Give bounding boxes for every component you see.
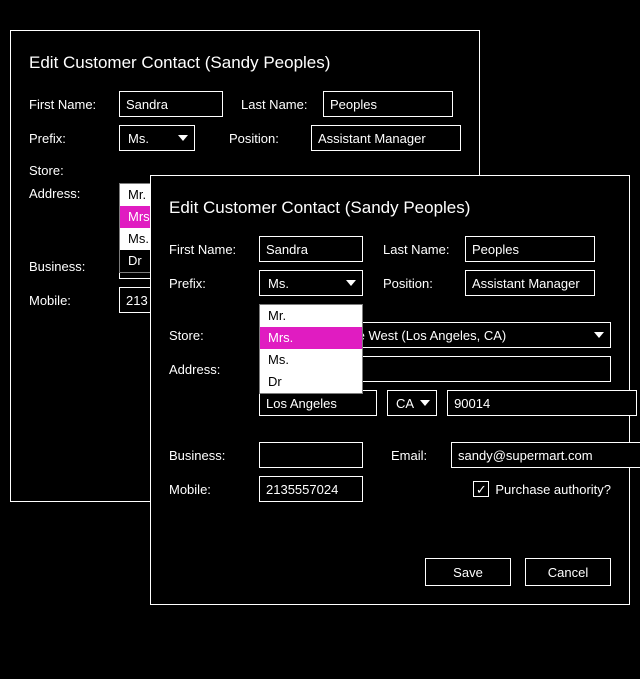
label-address: Address: — [29, 186, 109, 201]
dialog-edit-contact-front: Edit Customer Contact (Sandy Peoples) Fi… — [150, 175, 630, 605]
postal-field[interactable] — [447, 390, 637, 416]
chevron-down-icon — [346, 280, 356, 286]
last-name-field[interactable] — [465, 236, 595, 262]
first-name-field[interactable] — [259, 236, 363, 262]
save-button[interactable]: Save — [425, 558, 511, 586]
purchase-authority-checkbox[interactable]: ✓ Purchase authority? — [473, 481, 611, 497]
label-business: Business: — [169, 448, 249, 463]
label-prefix: Prefix: — [169, 276, 249, 291]
prefix-combo[interactable]: Ms. — [119, 125, 195, 151]
first-name-field[interactable] — [119, 91, 223, 117]
label-mobile: Mobile: — [169, 482, 249, 497]
business-phone-field[interactable] — [259, 442, 363, 468]
position-field[interactable] — [311, 125, 461, 151]
label-store: Store: — [169, 328, 249, 343]
chevron-down-icon — [594, 332, 604, 338]
email-field[interactable] — [451, 442, 640, 468]
label-first-name: First Name: — [169, 242, 249, 257]
label-last-name: Last Name: — [241, 97, 313, 112]
chevron-down-icon — [420, 400, 430, 406]
prefix-dropdown-list[interactable]: Mr. Mrs. Ms. Dr — [259, 304, 363, 394]
label-prefix: Prefix: — [29, 131, 109, 146]
prefix-option-mr[interactable]: Mr. — [260, 305, 362, 327]
chevron-down-icon — [178, 135, 188, 141]
label-position: Position: — [383, 276, 455, 291]
mobile-phone-field[interactable] — [259, 476, 363, 502]
label-address: Address: — [169, 362, 249, 377]
prefix-combo-value: Ms. — [128, 131, 149, 146]
cancel-button[interactable]: Cancel — [525, 558, 611, 586]
dialog-title: Edit Customer Contact (Sandy Peoples) — [11, 31, 479, 87]
label-last-name: Last Name: — [383, 242, 455, 257]
prefix-option-dr[interactable]: Dr — [260, 371, 362, 393]
label-business: Business: — [29, 259, 109, 274]
prefix-combo[interactable]: Ms. — [259, 270, 363, 296]
label-email: Email: — [391, 448, 441, 463]
label-first-name: First Name: — [29, 97, 109, 112]
state-combo-value: CA — [396, 396, 414, 411]
prefix-option-ms[interactable]: Ms. — [260, 349, 362, 371]
position-field[interactable] — [465, 270, 595, 296]
label-position: Position: — [229, 131, 301, 146]
dialog-title: Edit Customer Contact (Sandy Peoples) — [151, 176, 629, 232]
prefix-option-mrs[interactable]: Mrs. — [260, 327, 362, 349]
label-mobile: Mobile: — [29, 293, 109, 308]
label-store: Store: — [29, 163, 109, 178]
state-combo[interactable]: CA — [387, 390, 437, 416]
purchase-authority-label: Purchase authority? — [495, 482, 611, 497]
last-name-field[interactable] — [323, 91, 453, 117]
checkbox-icon: ✓ — [473, 481, 489, 497]
prefix-combo-value: Ms. — [268, 276, 289, 291]
